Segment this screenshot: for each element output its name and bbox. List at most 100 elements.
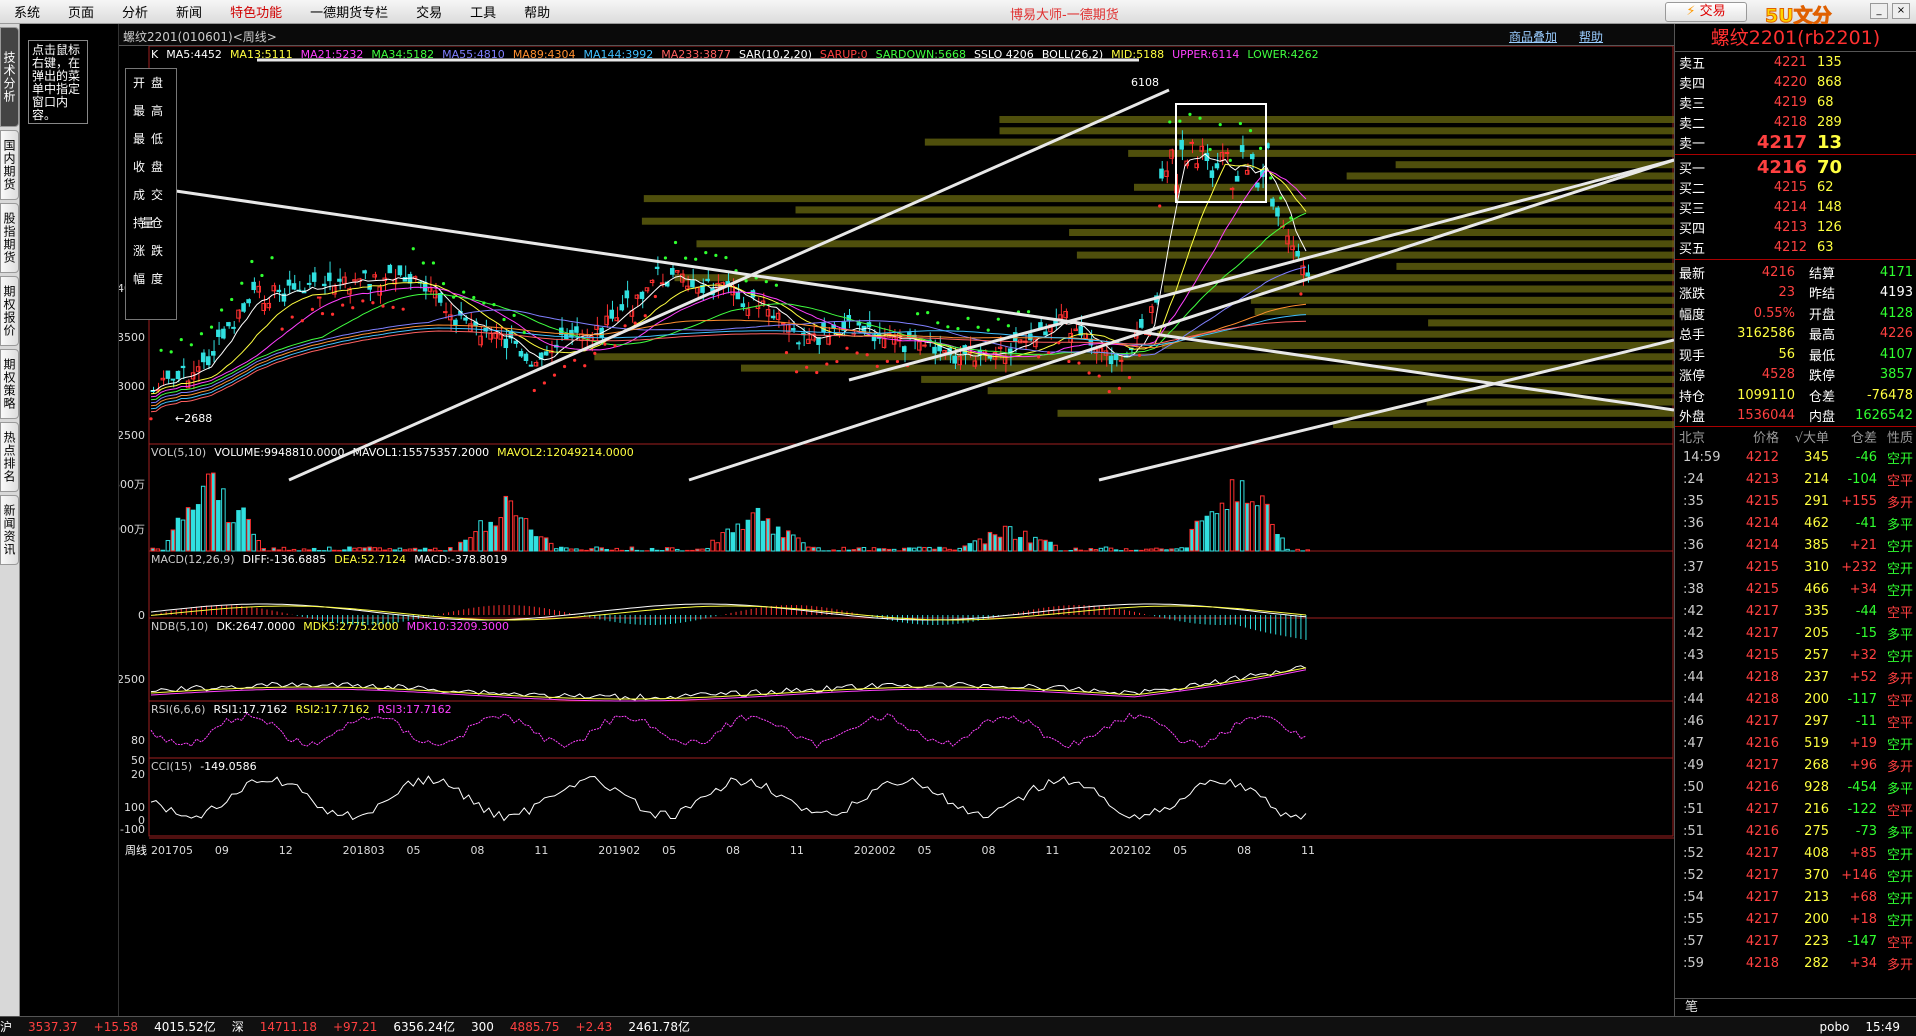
ohlc-label: 幅度	[132, 272, 169, 286]
tick-row[interactable]: :51 4217 216 -122 空平	[1675, 798, 1916, 820]
book-row[interactable]: 买一 4216 70	[1675, 157, 1916, 178]
volume-bar	[1043, 539, 1048, 552]
menu-item[interactable]: 页面	[54, 2, 108, 21]
tick-row[interactable]: :42 4217 335 -44 空平	[1675, 600, 1916, 622]
stat-value: 4528	[1761, 367, 1795, 383]
book-row[interactable]: 买二 4215 62	[1675, 177, 1916, 197]
tick-row[interactable]: :44 4218 200 -117 空平	[1675, 688, 1916, 710]
book-row[interactable]: 买五 4212 63	[1675, 237, 1916, 257]
side-tab[interactable]: 热点排名	[0, 422, 19, 492]
tick-row[interactable]: :35 4215 291 +155 多开	[1675, 490, 1916, 512]
tick-row[interactable]: 14:59 4212 345 -46 空开	[1675, 446, 1916, 468]
book-price: 4212	[1773, 239, 1807, 255]
book-row[interactable]: 买四 4213 126	[1675, 217, 1916, 237]
indicator-value: RSI(6,6,6)	[151, 703, 205, 716]
tick-price: 4214	[1745, 515, 1779, 531]
tick-row[interactable]: :50 4216 928 -454 多平	[1675, 776, 1916, 798]
menu-item[interactable]: 一德期货专栏	[296, 2, 402, 21]
help-link[interactable]: 帮助	[1579, 28, 1603, 45]
book-label: 买五	[1679, 241, 1706, 257]
tick-row[interactable]: :46 4217 297 -11 空平	[1675, 710, 1916, 732]
tick-row[interactable]: :24 4213 214 -104 空平	[1675, 468, 1916, 490]
chart-window[interactable]: 螺纹2201(010601)<周线> 商品叠加 帮助 K MA5:4452 MA13…	[119, 24, 1674, 1016]
side-tab[interactable]: 期权策略	[0, 349, 19, 419]
tick-row[interactable]: :42 4217 205 -15 多平	[1675, 622, 1916, 644]
tick-nature: 多平	[1886, 627, 1913, 643]
tick-row[interactable]: :44 4218 237 +52 多开	[1675, 666, 1916, 688]
sar-dot	[280, 327, 284, 331]
trade-button[interactable]: ⚡ 交易	[1665, 2, 1747, 22]
stat-key: 昨结	[1809, 287, 1836, 303]
tick-row[interactable]: :43 4215 257 +32 空开	[1675, 644, 1916, 666]
tick-row[interactable]: :52 4217 370 +146 空开	[1675, 864, 1916, 886]
volume-bar	[422, 547, 428, 552]
overlay-link[interactable]: 商品叠加	[1509, 28, 1557, 45]
sar-dot	[643, 314, 647, 318]
sar-dot	[179, 337, 183, 342]
menu-item[interactable]: 新闻	[162, 2, 216, 21]
side-tab[interactable]: 期权报价	[0, 276, 19, 346]
volume-bar	[1275, 534, 1280, 552]
tick-row[interactable]: :55 4217 200 +18 空开	[1675, 908, 1916, 930]
tick-row[interactable]: :36 4214 462 -41 多平	[1675, 512, 1916, 534]
candle-body	[518, 351, 524, 357]
tick-price: 4215	[1745, 559, 1779, 575]
menu-item[interactable]: 工具	[456, 2, 510, 21]
book-row[interactable]: 买三 4214 148	[1675, 197, 1916, 217]
candle-body	[316, 296, 322, 299]
x-tick: 08	[1237, 844, 1251, 857]
volume-bar	[1023, 530, 1028, 552]
candle-body	[306, 282, 312, 285]
volume-bar	[594, 546, 599, 552]
status-item: +15.58	[93, 1019, 139, 1034]
book-volume: 63	[1817, 239, 1834, 255]
book-row[interactable]: 卖五 4221 135	[1675, 52, 1916, 72]
tick-row[interactable]: :49 4217 268 +96 多开	[1675, 754, 1916, 776]
sar-dot	[996, 317, 1000, 321]
tick-oi-change: +34	[1849, 581, 1877, 597]
menu-item[interactable]: 系统	[0, 2, 54, 21]
book-volume: 62	[1817, 179, 1834, 195]
tick-time: :36	[1683, 537, 1704, 553]
tick-nature: 空平	[1886, 935, 1913, 951]
book-row[interactable]: 卖四 4220 868	[1675, 72, 1916, 92]
tick-row[interactable]: :36 4214 385 +21 空开	[1675, 534, 1916, 556]
tick-price: 4217	[1745, 603, 1779, 619]
tick-row[interactable]: :52 4217 408 +85 空开	[1675, 842, 1916, 864]
sar-dot	[1228, 158, 1232, 162]
sar-dot	[1299, 292, 1303, 296]
tick-row[interactable]: :47 4216 519 +19 空开	[1675, 732, 1916, 754]
side-tab[interactable]: 股指期货	[0, 203, 19, 273]
volume-bar	[463, 539, 468, 552]
candle-body	[1224, 151, 1230, 154]
volume-bar	[1128, 549, 1134, 552]
candle-body	[216, 329, 221, 338]
tick-list[interactable]: 14:59 4212 345 -46 空开:24 4213 214 -104 空平:35 4215…	[1675, 446, 1916, 974]
tick-row[interactable]: :38 4215 466 +34 空开	[1675, 578, 1916, 600]
minimize-icon[interactable]: _	[1870, 3, 1888, 19]
side-tab[interactable]: 技术分析	[0, 27, 19, 127]
menu-item[interactable]: 交易	[402, 2, 456, 21]
tick-price: 4217	[1745, 911, 1779, 927]
volume-bar	[609, 549, 614, 552]
tick-row[interactable]: :57 4217 223 -147 空平	[1675, 930, 1916, 952]
side-tab[interactable]: 国内期货	[0, 130, 19, 200]
side-tab[interactable]: 新闻资讯	[0, 495, 19, 565]
menu-item[interactable]: 分析	[108, 2, 162, 21]
menu-item[interactable]: 特色功能	[216, 2, 296, 21]
sar-dot	[199, 332, 204, 336]
book-row[interactable]: 卖一 4217 13	[1675, 132, 1916, 153]
book-row[interactable]: 卖二 4218 289	[1675, 112, 1916, 132]
close-icon[interactable]: ×	[1892, 3, 1910, 19]
tick-row[interactable]: :37 4215 310 +232 空开	[1675, 556, 1916, 578]
menu-item[interactable]: 帮助	[510, 2, 564, 21]
sar-dot	[966, 316, 970, 321]
tick-row[interactable]: :54 4217 213 +68 空开	[1675, 886, 1916, 908]
tick-row[interactable]: :51 4216 275 -73 多平	[1675, 820, 1916, 842]
book-row[interactable]: 卖三 4219 68	[1675, 92, 1916, 112]
candle-body	[453, 319, 458, 326]
tick-row[interactable]: :59 4218 282 +34 多开	[1675, 952, 1916, 974]
kline-chart[interactable]: K MA5:4452 MA13:5111 MA21:5232 MA34:5182 MA55…	[119, 46, 1674, 1016]
volume-bar	[760, 520, 766, 552]
indicator-value: DEA:52.7124	[334, 553, 406, 566]
